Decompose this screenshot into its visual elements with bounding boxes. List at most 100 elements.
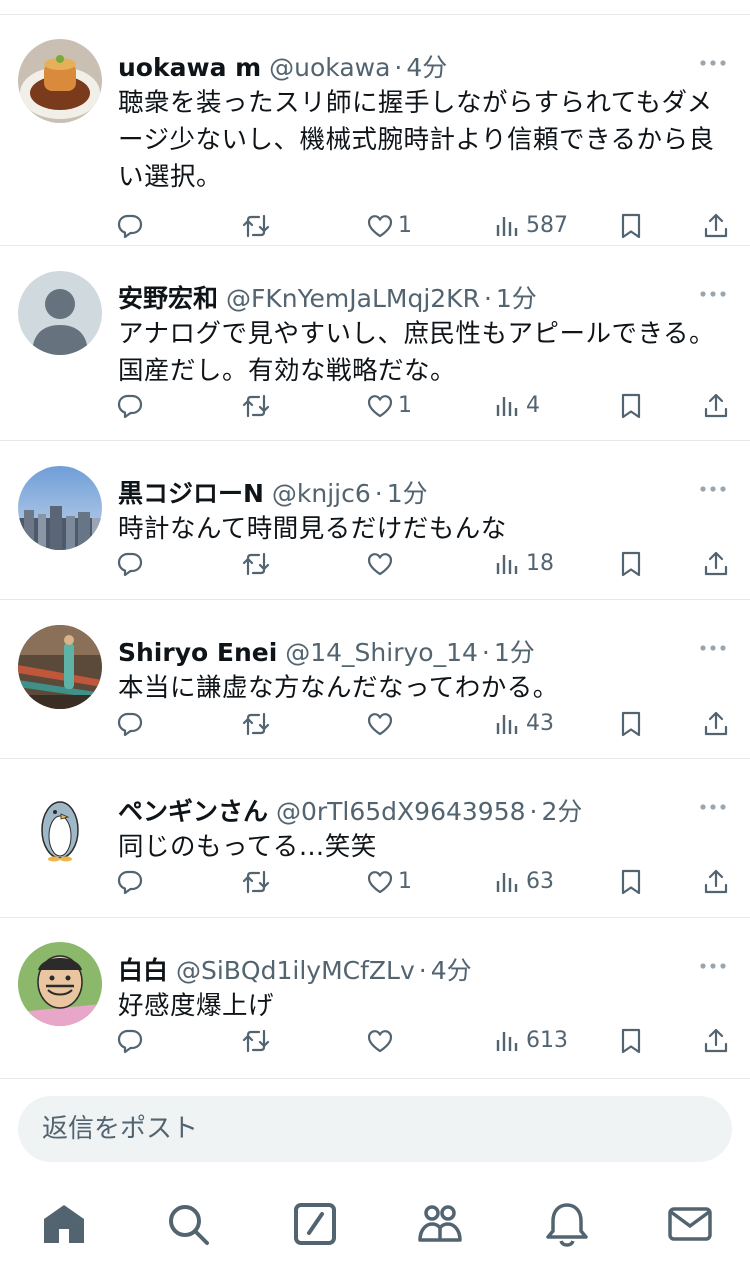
- more-options-button[interactable]: [698, 638, 728, 658]
- tweet-text: 同じのもってる…笑笑: [118, 832, 377, 862]
- nav-home[interactable]: [40, 1200, 88, 1248]
- more-options-button[interactable]: [698, 956, 728, 976]
- avatar[interactable]: [18, 942, 102, 1026]
- heart-icon: [366, 392, 394, 420]
- like-button[interactable]: [366, 547, 394, 581]
- repost-button[interactable]: [242, 209, 270, 243]
- tweet-reply[interactable]: ペンギンさん @0rTl65dX9643958 · 2分 同じのもってる…笑笑 1 63: [0, 759, 750, 918]
- post-time[interactable]: 4分: [406, 53, 447, 82]
- more-options-button[interactable]: [698, 284, 728, 304]
- tweet-reply[interactable]: Shiryo Enei @14_Shiryo_14 · 1分 本当に謙虚な方なんだなっ…: [0, 600, 750, 759]
- reply-button[interactable]: [116, 209, 144, 243]
- display-name[interactable]: uokawa m: [118, 53, 261, 82]
- display-name[interactable]: 黒コジローN: [118, 479, 264, 508]
- display-name[interactable]: Shiryo Enei: [118, 638, 277, 667]
- views-button[interactable]: 63: [494, 865, 554, 899]
- search-icon: [169, 1205, 209, 1245]
- nav-search[interactable]: [164, 1200, 212, 1248]
- views-button[interactable]: 18: [494, 547, 554, 581]
- like-button[interactable]: [366, 1024, 394, 1058]
- like-button[interactable]: 1: [366, 209, 412, 243]
- share-button[interactable]: [702, 865, 730, 899]
- bookmark-button[interactable]: [617, 707, 645, 741]
- post-time[interactable]: 1分: [496, 284, 537, 313]
- separator-dot: ·: [483, 284, 492, 313]
- bookmark-icon: [617, 392, 645, 420]
- views-button[interactable]: 613: [494, 1024, 568, 1058]
- reply-button[interactable]: [116, 865, 144, 899]
- nav-notifications[interactable]: [543, 1200, 591, 1248]
- reply-input[interactable]: 返信をポスト: [18, 1096, 732, 1162]
- display-name[interactable]: 安野宏和: [118, 284, 218, 313]
- post-time[interactable]: 1分: [494, 638, 535, 667]
- user-handle[interactable]: @0rTl65dX9643958: [276, 797, 526, 826]
- user-handle[interactable]: @SiBQd1ilyMCfZLv: [176, 956, 415, 985]
- reply-icon: [116, 212, 144, 240]
- analytics-icon: [494, 1027, 522, 1055]
- nav-compose[interactable]: [291, 1200, 339, 1248]
- tweet-header: uokawa m @uokawa · 4分: [118, 51, 660, 85]
- share-icon: [702, 550, 730, 578]
- share-button[interactable]: [702, 1024, 730, 1058]
- like-button[interactable]: 1: [366, 865, 412, 899]
- heart-icon: [366, 1027, 394, 1055]
- bookmark-icon: [617, 868, 645, 896]
- tweet-reply[interactable]: 白白 @SiBQd1ilyMCfZLv · 4分 好感度爆上げ 613: [0, 918, 750, 1079]
- share-button[interactable]: [702, 707, 730, 741]
- post-time[interactable]: 2分: [541, 797, 582, 826]
- more-options-button[interactable]: [698, 479, 728, 499]
- reply-icon: [116, 550, 144, 578]
- repost-button[interactable]: [242, 389, 270, 423]
- separator-dot: ·: [374, 479, 383, 508]
- share-button[interactable]: [702, 209, 730, 243]
- views-button[interactable]: 4: [494, 389, 540, 423]
- post-time[interactable]: 1分: [387, 479, 428, 508]
- display-name[interactable]: 白白: [118, 956, 168, 985]
- more-options-button[interactable]: [698, 53, 728, 73]
- display-name[interactable]: ペンギンさん: [118, 797, 268, 826]
- repost-button[interactable]: [242, 865, 270, 899]
- share-button[interactable]: [702, 547, 730, 581]
- nav-communities[interactable]: [416, 1200, 464, 1248]
- more-dots-icon: [698, 479, 728, 499]
- avatar[interactable]: [18, 784, 102, 868]
- analytics-icon: [494, 392, 522, 420]
- bookmark-button[interactable]: [617, 209, 645, 243]
- reply-button[interactable]: [116, 389, 144, 423]
- separator-dot: ·: [394, 53, 403, 82]
- bookmark-button[interactable]: [617, 865, 645, 899]
- views-button[interactable]: 587: [494, 209, 568, 243]
- tweet-reply[interactable]: uokawa m @uokawa · 4分 聴衆を装ったスリ師に握手しながらすられても…: [0, 15, 750, 246]
- avatar[interactable]: [18, 271, 102, 355]
- reply-button[interactable]: [116, 707, 144, 741]
- bookmark-button[interactable]: [617, 389, 645, 423]
- bookmark-button[interactable]: [617, 547, 645, 581]
- repost-button[interactable]: [242, 1024, 270, 1058]
- nav-messages[interactable]: [666, 1200, 714, 1248]
- more-options-button[interactable]: [698, 797, 728, 817]
- bookmark-button[interactable]: [617, 1024, 645, 1058]
- avatar[interactable]: [18, 39, 102, 123]
- user-handle[interactable]: @knjjc6: [272, 479, 371, 508]
- bookmark-icon: [617, 212, 645, 240]
- user-handle[interactable]: @uokawa: [269, 53, 390, 82]
- like-button[interactable]: 1: [366, 389, 412, 423]
- reply-button[interactable]: [116, 1024, 144, 1058]
- tweet-reply[interactable]: 安野宏和 @FKnYemJaLMqj2KR · 1分 アナログで見やすいし、庶民性もア…: [0, 246, 750, 441]
- share-icon: [702, 1027, 730, 1055]
- views-button[interactable]: 43: [494, 707, 554, 741]
- post-time[interactable]: 4分: [431, 956, 472, 985]
- repost-button[interactable]: [242, 547, 270, 581]
- tweet-header: ペンギンさん @0rTl65dX9643958 · 2分: [118, 795, 660, 829]
- repost-button[interactable]: [242, 707, 270, 741]
- user-handle[interactable]: @14_Shiryo_14: [285, 638, 478, 667]
- tweet-header: Shiryo Enei @14_Shiryo_14 · 1分: [118, 636, 660, 670]
- tweet-reply[interactable]: 黒コジローN @knjjc6 · 1分 時計なんて時間見るだけだもんな 18: [0, 441, 750, 600]
- avatar[interactable]: [18, 625, 102, 709]
- user-handle[interactable]: @FKnYemJaLMqj2KR: [226, 284, 480, 313]
- like-button[interactable]: [366, 707, 394, 741]
- avatar[interactable]: [18, 466, 102, 550]
- reply-button[interactable]: [116, 547, 144, 581]
- share-button[interactable]: [702, 389, 730, 423]
- tweet-actions: 14: [0, 389, 750, 423]
